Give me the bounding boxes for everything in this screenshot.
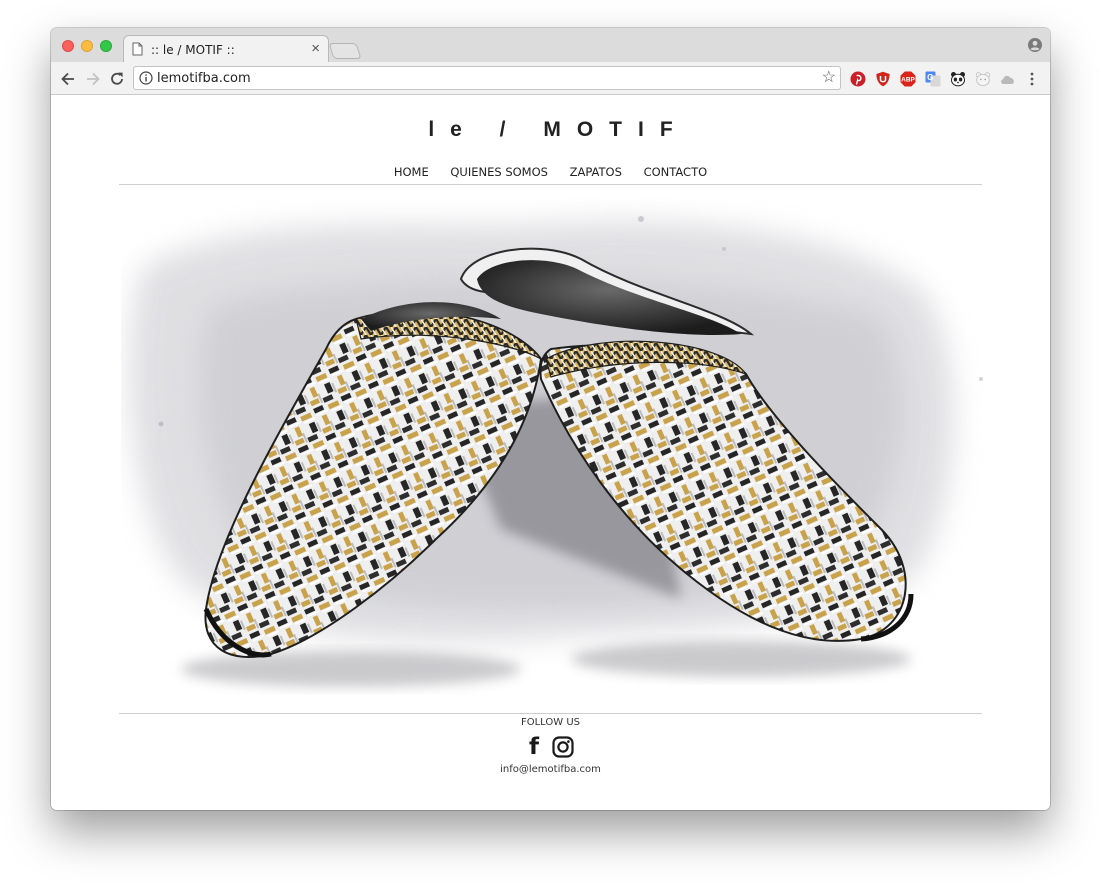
nav-item-zapatos[interactable]: ZAPATOS [570, 165, 622, 179]
close-window-button[interactable] [62, 40, 74, 52]
social-links: f [527, 735, 575, 759]
adblock-plus-icon[interactable]: ABP [900, 71, 916, 87]
nav-item-contacto[interactable]: CONTACTO [644, 165, 708, 179]
svg-text:ABP: ABP [901, 77, 915, 84]
bookmark-star-icon[interactable]: ☆ [822, 68, 836, 88]
forward-arrow-icon[interactable] [84, 70, 102, 88]
google-translate-icon[interactable]: G [925, 71, 941, 87]
web-page: le / MOTIF HOME QUIENES SOMOS ZAPATOS CO… [51, 95, 1050, 810]
minimize-window-button[interactable] [81, 40, 93, 52]
info-icon[interactable] [139, 71, 153, 85]
zoom-window-button[interactable] [100, 40, 112, 52]
browser-window: :: le / MOTIF :: × lemotifba.com ☆ ABP G… [51, 28, 1050, 810]
menu-dots-icon[interactable] [1027, 71, 1037, 87]
bear-icon[interactable] [975, 71, 991, 87]
tab-close-icon[interactable]: × [311, 40, 320, 58]
tab-title: :: le / MOTIF :: [151, 43, 235, 57]
browser-tab[interactable]: :: le / MOTIF :: × [123, 35, 329, 63]
address-bar[interactable]: lemotifba.com ☆ [133, 66, 841, 90]
cloud-icon[interactable] [1000, 71, 1016, 87]
contact-email-link[interactable]: info@lemotifba.com [51, 764, 1050, 775]
browser-toolbar: lemotifba.com ☆ ABP G [51, 62, 1050, 95]
main-navigation: HOME QUIENES SOMOS ZAPATOS CONTACTO [51, 165, 1050, 179]
url-text[interactable]: lemotifba.com [157, 71, 251, 86]
ublock-icon[interactable] [875, 71, 891, 87]
back-arrow-icon[interactable] [59, 70, 77, 88]
profile-icon[interactable] [1028, 38, 1042, 52]
tab-strip: :: le / MOTIF :: × [51, 28, 1050, 63]
hero-illustration [129, 216, 983, 687]
follow-us-label: FOLLOW US [520, 717, 580, 728]
facebook-icon[interactable]: f [529, 735, 539, 759]
reload-icon[interactable] [108, 70, 126, 88]
pinterest-icon[interactable] [850, 71, 866, 87]
panda-icon[interactable] [950, 71, 966, 87]
nav-item-home[interactable]: HOME [394, 165, 429, 179]
instagram-icon[interactable] [552, 736, 574, 758]
nav-item-quienes-somos[interactable]: QUIENES SOMOS [450, 165, 548, 179]
site-logo[interactable]: le / MOTIF [51, 118, 1050, 142]
new-tab-button[interactable] [328, 43, 362, 59]
footer-divider [119, 713, 982, 714]
document-icon [132, 42, 143, 56]
svg-text:G: G [927, 73, 933, 82]
header-divider [119, 184, 982, 185]
